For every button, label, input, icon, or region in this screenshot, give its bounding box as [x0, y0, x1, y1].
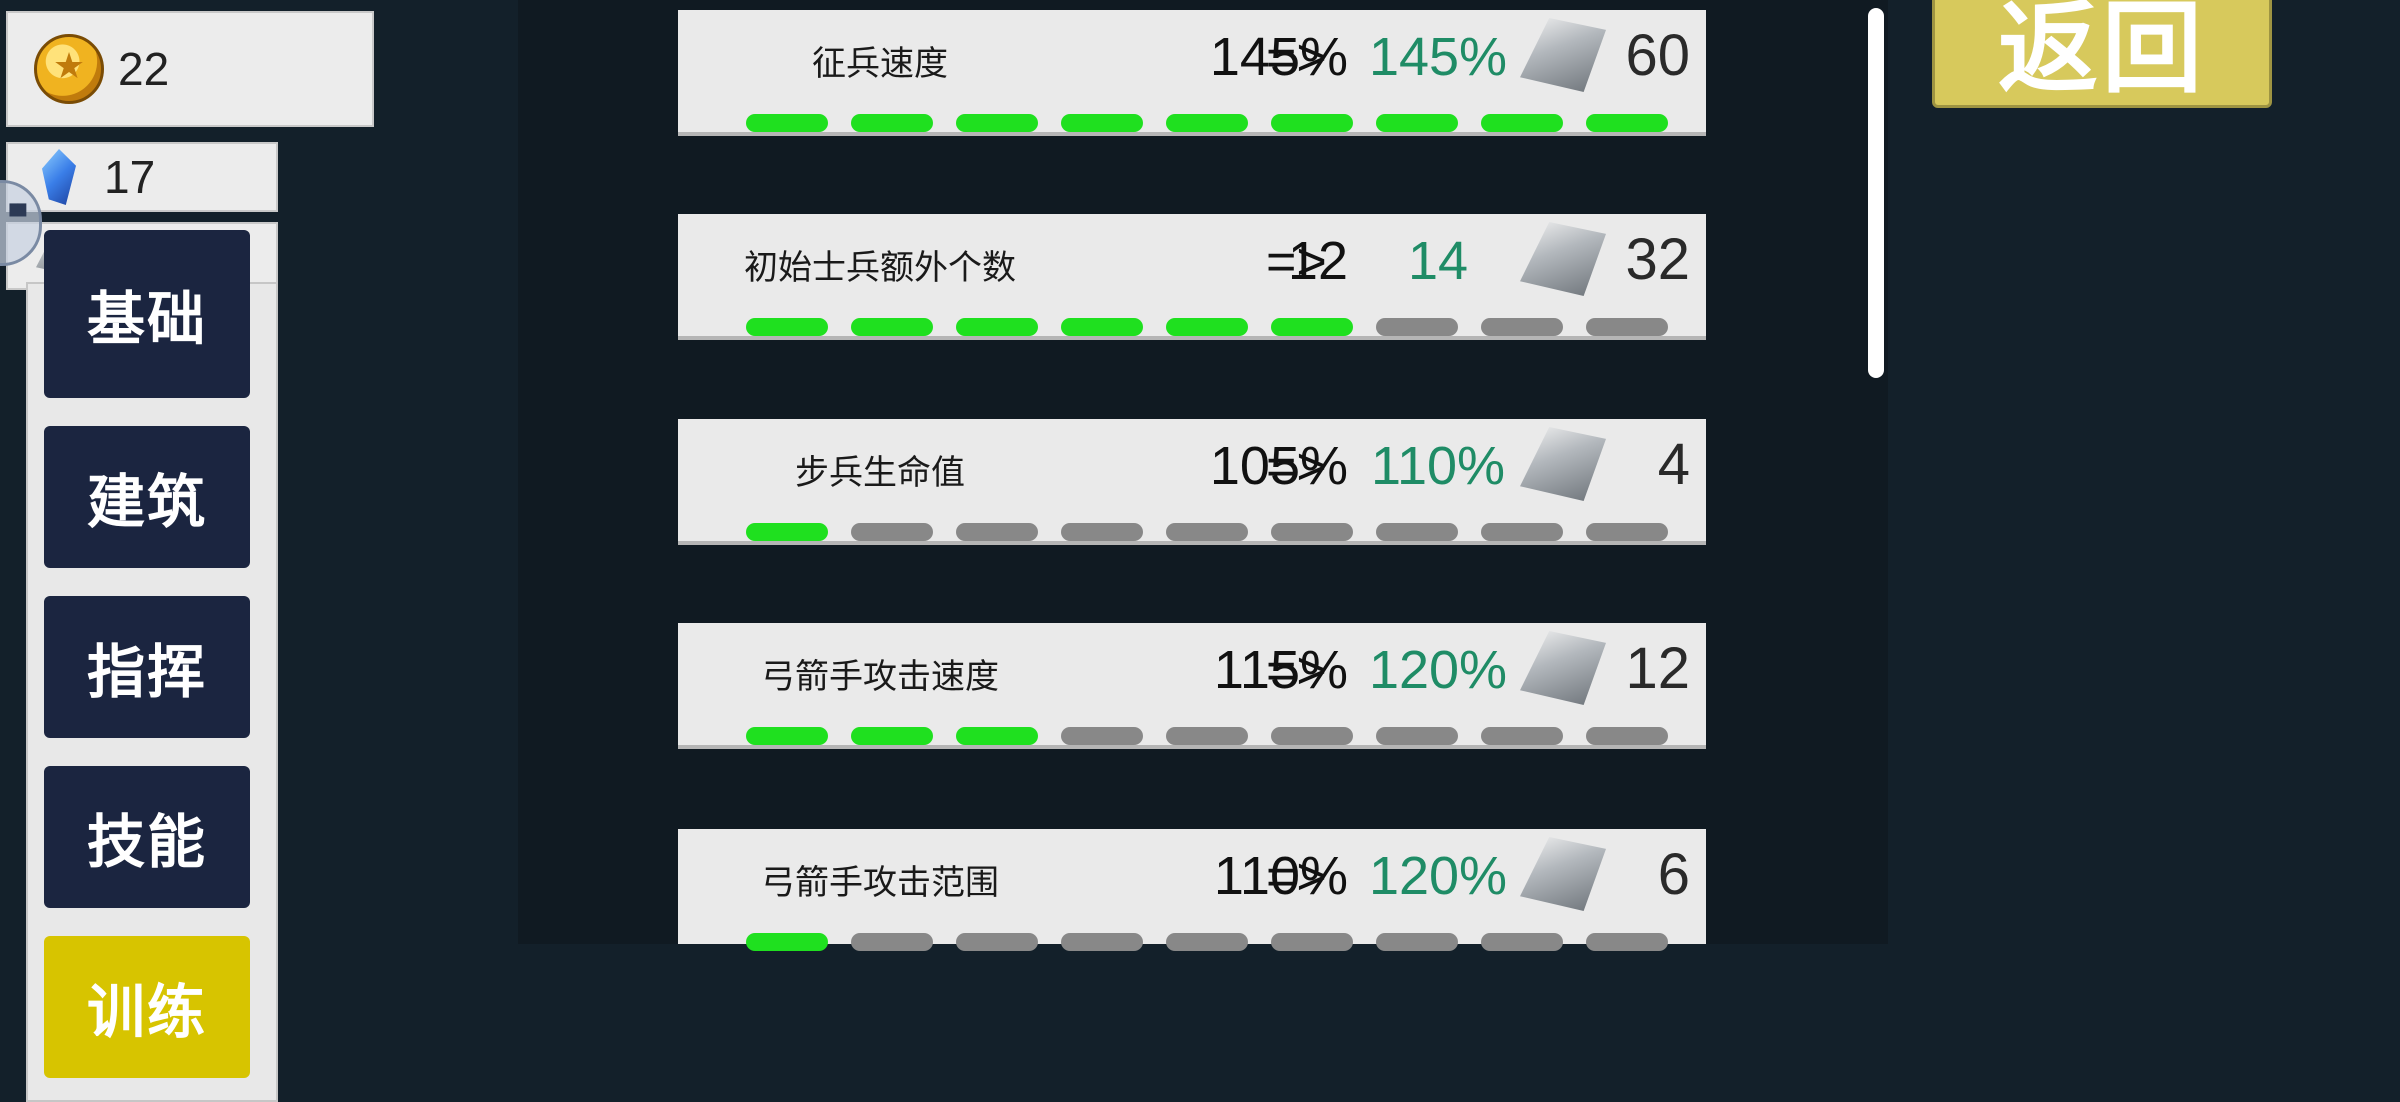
level-segment — [956, 318, 1038, 336]
level-segment — [746, 114, 828, 132]
arrow-text: => — [1266, 29, 1327, 87]
upgrade-row[interactable]: 征兵速度 145% => 145% 60 — [678, 10, 1706, 136]
gold-amount: 22 — [118, 43, 170, 95]
level-segment — [1061, 933, 1143, 951]
level-segment — [956, 114, 1038, 132]
level-segment — [1586, 933, 1668, 951]
level-segment — [1481, 318, 1563, 336]
back-button[interactable]: 返回 — [1932, 0, 2272, 108]
gem-panel: 17 — [6, 142, 278, 212]
level-progress — [746, 523, 1668, 543]
level-progress — [746, 318, 1668, 338]
level-segment — [1481, 933, 1563, 951]
blue-gem-icon — [42, 149, 76, 205]
next-value: 14 — [1407, 231, 1469, 291]
arrow-text: => — [1266, 438, 1327, 496]
level-segment — [1586, 727, 1668, 745]
upgrade-cost: 32 — [1625, 227, 1690, 292]
level-segment — [1061, 727, 1143, 745]
level-segment — [851, 114, 933, 132]
level-segment — [1061, 523, 1143, 541]
level-segment — [1166, 933, 1248, 951]
upgrade-row[interactable]: 弓箭手攻击速度 115% => 120% 12 — [678, 623, 1706, 749]
level-segment — [1586, 523, 1668, 541]
level-segment — [1166, 727, 1248, 745]
level-segment — [956, 933, 1038, 951]
level-segment — [1271, 933, 1353, 951]
level-segment — [1166, 523, 1248, 541]
level-segment — [1061, 114, 1143, 132]
upgrade-row[interactable]: 弓箭手攻击范围 110% => 120% 6 — [678, 829, 1706, 951]
upgrade-name: 初始士兵额外个数 — [744, 248, 1016, 288]
level-segment — [1271, 318, 1353, 336]
tab-skill[interactable]: 技能 — [44, 766, 250, 908]
arrow-text: => — [1266, 642, 1327, 700]
tab-training[interactable]: 训练 — [44, 936, 250, 1078]
level-segment — [1376, 114, 1458, 132]
upgrade-name: 步兵生命值 — [795, 453, 965, 493]
upgrade-row[interactable]: 初始士兵额外个数 12 => 14 32 — [678, 214, 1706, 340]
arrow-text: => — [1266, 848, 1327, 906]
upgrade-cost: 4 — [1657, 432, 1690, 497]
level-segment — [1586, 318, 1668, 336]
next-value: 120% — [1368, 846, 1508, 906]
level-segment — [1271, 114, 1353, 132]
upgrade-row[interactable]: 步兵生命值 105% => 110% 4 — [678, 419, 1706, 545]
tab-building[interactable]: 建筑 — [44, 426, 250, 568]
level-segment — [1481, 727, 1563, 745]
level-segment — [851, 933, 933, 951]
level-segment — [1376, 933, 1458, 951]
level-progress — [746, 933, 1668, 953]
list-scrollbar[interactable] — [1868, 8, 1884, 378]
tab-command[interactable]: 指挥 — [44, 596, 250, 738]
level-segment — [1376, 523, 1458, 541]
level-segment — [851, 727, 933, 745]
upgrade-name: 弓箭手攻击速度 — [761, 657, 999, 697]
level-segment — [746, 318, 828, 336]
level-segment — [1271, 727, 1353, 745]
level-segment — [1376, 318, 1458, 336]
level-segment — [1166, 114, 1248, 132]
level-segment — [956, 727, 1038, 745]
level-segment — [956, 523, 1038, 541]
level-segment — [1586, 114, 1668, 132]
tab-basic[interactable]: 基础 — [44, 230, 250, 398]
next-value: 110% — [1370, 436, 1506, 496]
level-segment — [746, 933, 828, 951]
upgrade-name: 征兵速度 — [812, 44, 948, 84]
level-segment — [1061, 318, 1143, 336]
level-segment — [746, 523, 828, 541]
gold-panel: 22 — [6, 11, 374, 127]
upgrade-cost: 6 — [1657, 842, 1690, 907]
level-segment — [1481, 523, 1563, 541]
next-value: 120% — [1368, 640, 1508, 700]
level-segment — [1376, 727, 1458, 745]
next-value: 145% — [1368, 27, 1508, 87]
arrow-text: => — [1266, 233, 1327, 291]
level-segment — [851, 523, 933, 541]
upgrade-cost: 12 — [1625, 636, 1690, 701]
level-segment — [851, 318, 933, 336]
gem-amount: 17 — [104, 151, 156, 203]
level-segment — [1481, 114, 1563, 132]
gold-coin-icon — [34, 34, 104, 104]
level-segment — [1271, 523, 1353, 541]
level-progress — [746, 114, 1668, 134]
level-progress — [746, 727, 1668, 747]
level-segment — [1166, 318, 1248, 336]
level-segment — [746, 727, 828, 745]
upgrade-name: 弓箭手攻击范围 — [761, 863, 999, 903]
upgrade-cost: 60 — [1625, 23, 1690, 88]
